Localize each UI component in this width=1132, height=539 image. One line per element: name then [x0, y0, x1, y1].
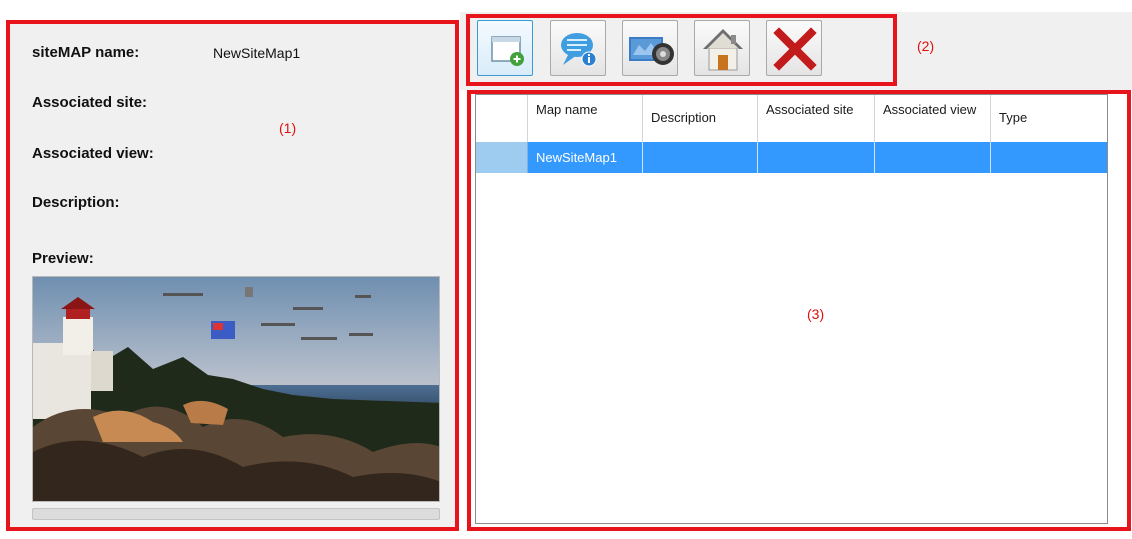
callout-label-panel: (1) — [279, 120, 297, 136]
callout-label-toolbar: (2) — [917, 38, 935, 54]
callout-label-grid: (3) — [807, 306, 825, 322]
callout-frame-grid — [467, 90, 1131, 531]
callout-frame-toolbar — [466, 14, 897, 86]
callout-frame-panel — [6, 20, 459, 531]
